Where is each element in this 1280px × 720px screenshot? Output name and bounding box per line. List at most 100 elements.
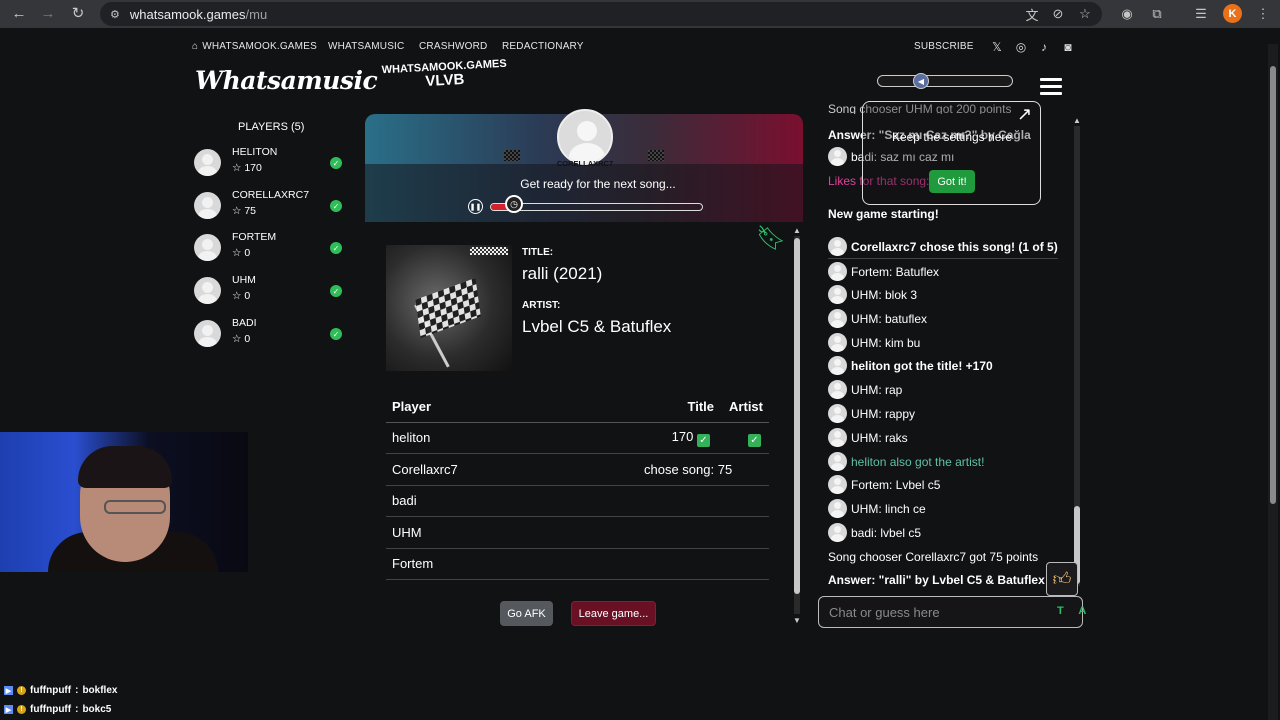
artist-label: ARTIST: <box>522 300 561 311</box>
avatar <box>194 234 221 261</box>
chat-message: UHM: batuflex <box>828 309 927 328</box>
translate-icon[interactable]: 文 <box>1022 4 1042 24</box>
avatar <box>828 475 847 494</box>
got-it-button[interactable]: Got it! <box>929 170 975 193</box>
chat-text: UHM: rap <box>851 382 903 397</box>
avatar <box>194 277 221 304</box>
chat-text: heliton got the title! +170 <box>851 358 993 373</box>
extension-icon[interactable]: ◉ <box>1117 4 1137 24</box>
checkered-flag-icon <box>504 150 520 161</box>
tiktok-icon[interactable]: ♪ <box>1036 40 1052 54</box>
bookmark-icon[interactable]: 🔖︎ <box>756 224 786 253</box>
profile-avatar[interactable]: K <box>1223 4 1242 23</box>
tooltip-text: Keep the settings here <box>891 130 1013 144</box>
instagram-icon[interactable]: ◎ <box>1013 40 1029 54</box>
chat-text: Fortem: Lvbel c5 <box>851 477 941 492</box>
player-name: CORELLAXRC7 <box>232 189 310 201</box>
check-icon: ✓ <box>330 200 342 212</box>
text-format-toggle[interactable]: T A <box>1057 605 1092 617</box>
player-item: HELITON ☆ 170 ✓ <box>194 146 344 180</box>
chat-answer: Answer: "ralli" by Lvbel C5 & Batuflex <box>828 573 1045 587</box>
cell-artist: ✓ <box>716 422 769 454</box>
chat-input[interactable]: Chat or guess here <box>818 596 1083 628</box>
browser-menu-icon[interactable]: ⋮ <box>1253 4 1273 24</box>
page-scrollbar-thumb[interactable] <box>1270 66 1276 504</box>
check-icon: ✓ <box>697 433 710 447</box>
cell-title <box>586 516 716 549</box>
nav-subscribe[interactable]: SUBSCRIBE <box>914 41 974 52</box>
cell-title: 170 ✓ <box>586 422 716 454</box>
cell-player: heliton <box>386 422 586 454</box>
col-player: Player <box>386 392 586 423</box>
address-bar[interactable]: ⚙ whatsamook.games/mu <box>100 2 1102 26</box>
timer-icon: ◷ <box>505 195 523 213</box>
col-title: Title <box>586 392 716 423</box>
scroll-down-icon[interactable]: ▼ <box>793 616 801 625</box>
check-icon: ✓ <box>330 328 342 340</box>
eye-off-icon[interactable]: ⊘ <box>1048 4 1068 24</box>
puzzle-icon[interactable]: ⧉ <box>1147 4 1167 24</box>
room-code: WHATSAMOOK.GAMES VLVB <box>381 58 507 91</box>
stream-chat-user: fuffnpuff <box>30 685 72 696</box>
site-info-icon[interactable]: ⚙ <box>110 8 120 21</box>
scroll-up-icon[interactable]: ▲ <box>1073 116 1081 125</box>
cell-title-value: 170 <box>671 428 694 444</box>
avatar <box>828 309 847 328</box>
coin-badge-icon: ! <box>17 686 26 695</box>
check-icon: ✓ <box>748 433 761 447</box>
chat-text: UHM: blok 3 <box>851 287 918 302</box>
nav-crashword[interactable]: CRASHWORD <box>419 41 487 52</box>
discord-icon[interactable]: ◙ <box>1060 40 1076 54</box>
star-icon: ☆ <box>232 162 242 174</box>
chat-text: Corellaxrc7 chose this song! (1 of 5) <box>851 239 1058 254</box>
hamburger-menu-icon[interactable] <box>1040 78 1062 99</box>
pause-icon[interactable]: ❚❚ <box>468 199 483 214</box>
site-logo[interactable]: Whatsamusic <box>195 66 378 95</box>
nav-whatsamusic[interactable]: WHATSAMUSIC <box>328 41 404 52</box>
reading-list-icon[interactable]: ☰ <box>1191 4 1211 24</box>
col-artist: Artist <box>716 392 769 423</box>
twitter-icon[interactable]: 𝕏 <box>989 40 1005 54</box>
stream-chat-msg: bokc5 <box>82 704 112 715</box>
chat-message: badi: lvbel c5 <box>828 523 921 542</box>
forward-icon[interactable]: → <box>37 2 59 24</box>
chat-message: UHM: rappy <box>828 404 915 423</box>
check-icon: ✓ <box>330 157 342 169</box>
coin-badge-icon: ! <box>17 705 26 714</box>
avatar <box>828 356 847 375</box>
nav-home[interactable]: ⌂ WHATSAMOOK.GAMES <box>192 41 317 52</box>
badge-icon: ▶ <box>4 705 13 714</box>
cell-player: UHM <box>386 516 586 549</box>
table-row: badi <box>386 485 769 517</box>
bookmark-star-icon[interactable]: ☆ <box>1075 4 1095 24</box>
center-scrollbar-thumb[interactable] <box>794 238 800 594</box>
stream-chat-line: ▶! fuffnpuff: bokc5 <box>4 704 112 715</box>
leave-game-button[interactable]: Leave game... <box>571 601 656 626</box>
avatar <box>828 404 847 423</box>
cell-player: badi <box>386 485 586 517</box>
url-path: /mu <box>245 6 268 22</box>
nav-redactionary[interactable]: REDACTIONARY <box>502 41 584 52</box>
volume-icon[interactable]: ◀ <box>913 73 929 89</box>
nav-home-label: WHATSAMOOK.GAMES <box>202 41 317 52</box>
avatar <box>828 452 847 471</box>
chat-message: UHM: raks <box>828 428 908 447</box>
player-score-value: 0 <box>244 290 251 302</box>
cell-artist <box>716 485 769 517</box>
avatar <box>194 192 221 219</box>
avatar <box>194 320 221 347</box>
reload-icon[interactable]: ↻ <box>67 2 89 24</box>
go-afk-button[interactable]: Go AFK <box>500 601 553 626</box>
cell-title: chose song: 75 <box>586 453 769 486</box>
chat-text: heliton also got the artist! <box>851 454 985 469</box>
back-icon[interactable]: ← <box>8 2 30 24</box>
avatar <box>828 285 847 304</box>
chat-text: Fortem: Batuflex <box>851 264 940 279</box>
volume-slider[interactable] <box>877 75 1013 87</box>
thumbs-up-icon[interactable]: 👍︎ <box>1046 562 1078 596</box>
chat-message: Corellaxrc7 chose this song! (1 of 5) <box>828 237 1058 259</box>
scroll-up-icon[interactable]: ▲ <box>793 226 801 235</box>
star-icon: ☆ <box>232 247 242 259</box>
album-cover <box>386 245 512 371</box>
chat-message: Fortem: Lvbel c5 <box>828 475 940 494</box>
